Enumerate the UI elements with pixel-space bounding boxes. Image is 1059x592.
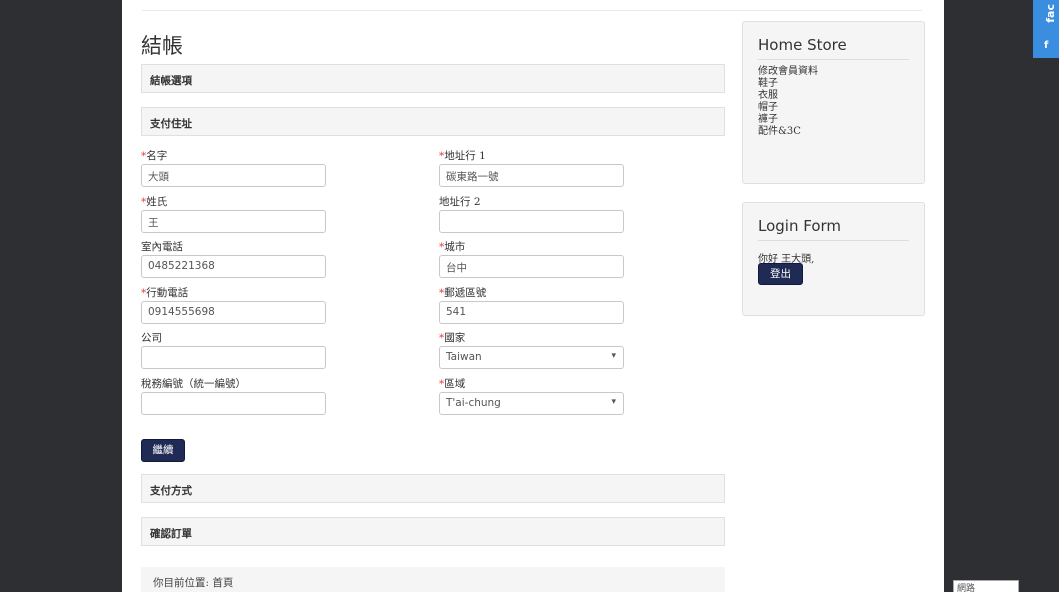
section-checkout-options[interactable]: 結帳選項 — [141, 64, 725, 93]
address2-input[interactable] — [439, 210, 624, 233]
logout-button[interactable]: 登出 — [758, 263, 803, 285]
mobile-input[interactable]: 0914555698 — [141, 301, 326, 324]
address1-label: *地址行 1 — [439, 150, 486, 162]
login-title: Login Form — [758, 217, 909, 241]
telephone-group: 室內電話 0485221368 — [141, 240, 326, 278]
country-group: *國家 Taiwan — [439, 331, 624, 369]
facebook-tab-label: fac — [1044, 4, 1057, 23]
country-label: *國家 — [439, 332, 466, 344]
postcode-label: *郵遞區號 — [439, 287, 487, 299]
login-module: Login Form 你好 王大頭, 登出 — [742, 202, 925, 316]
last-name-label: *姓氏 — [141, 196, 168, 208]
address1-group: *地址行 1 碳東路一號 — [439, 149, 624, 187]
first-name-label: *名字 — [141, 150, 168, 162]
region-select[interactable]: T'ai-chung — [439, 392, 624, 415]
section-payment-address[interactable]: 支付住址 — [141, 107, 725, 136]
city-label: *城市 — [439, 241, 466, 253]
tax-id-label: 稅務編號（統一編號） — [141, 378, 246, 390]
first-name-group: *名字 大頭 — [141, 149, 326, 187]
city-group: *城市 台中 — [439, 240, 624, 278]
top-divider — [142, 10, 922, 11]
region-group: *區域 T'ai-chung — [439, 377, 624, 415]
last-name-input[interactable]: 王 — [141, 210, 326, 233]
telephone-input[interactable]: 0485221368 — [141, 255, 326, 278]
network-indicator: 網路 — [953, 580, 1019, 592]
facebook-icon: f — [1044, 40, 1049, 51]
city-input[interactable]: 台中 — [439, 255, 624, 278]
company-group: 公司 — [141, 331, 326, 369]
breadcrumb: 你目前位置: 首頁 — [141, 567, 725, 592]
address1-input[interactable]: 碳東路一號 — [439, 164, 624, 187]
store-link-shoes[interactable]: 鞋子 — [758, 78, 909, 90]
section-payment-method[interactable]: 支付方式 — [141, 474, 725, 503]
telephone-label: 室內電話 — [141, 241, 183, 253]
store-link-list: 修改會員資料 鞋子 衣服 帽子 褲子 配件&3C — [758, 66, 909, 138]
store-link-hats[interactable]: 帽子 — [758, 102, 909, 114]
store-link-clothes[interactable]: 衣服 — [758, 90, 909, 102]
facebook-tab[interactable]: fac f — [1033, 0, 1059, 58]
tax-id-input[interactable] — [141, 392, 326, 415]
company-input[interactable] — [141, 346, 326, 369]
tax-id-group: 稅務編號（統一編號） — [141, 377, 326, 415]
store-title: Home Store — [758, 36, 909, 60]
mobile-label: *行動電話 — [141, 287, 189, 299]
store-link-pants[interactable]: 褲子 — [758, 114, 909, 126]
address2-label: 地址行 2 — [439, 196, 481, 208]
page-content: 結帳 結帳選項 支付住址 *名字 大頭 *姓氏 王 室內電話 048522136… — [122, 0, 944, 592]
section-confirm-order[interactable]: 確認訂單 — [141, 517, 725, 546]
company-label: 公司 — [141, 332, 162, 344]
country-select[interactable]: Taiwan — [439, 346, 624, 369]
postcode-group: *郵遞區號 541 — [439, 286, 624, 324]
last-name-group: *姓氏 王 — [141, 195, 326, 233]
region-label: *區域 — [439, 378, 466, 390]
mobile-group: *行動電話 0914555698 — [141, 286, 326, 324]
postcode-input[interactable]: 541 — [439, 301, 624, 324]
address2-group: 地址行 2 — [439, 195, 624, 233]
continue-button[interactable]: 繼續 — [141, 439, 185, 462]
store-module: Home Store 修改會員資料 鞋子 衣服 帽子 褲子 配件&3C — [742, 21, 925, 184]
store-link-profile[interactable]: 修改會員資料 — [758, 66, 909, 78]
store-link-accessories[interactable]: 配件&3C — [758, 126, 909, 138]
first-name-input[interactable]: 大頭 — [141, 164, 326, 187]
page-title: 結帳 — [141, 34, 183, 58]
